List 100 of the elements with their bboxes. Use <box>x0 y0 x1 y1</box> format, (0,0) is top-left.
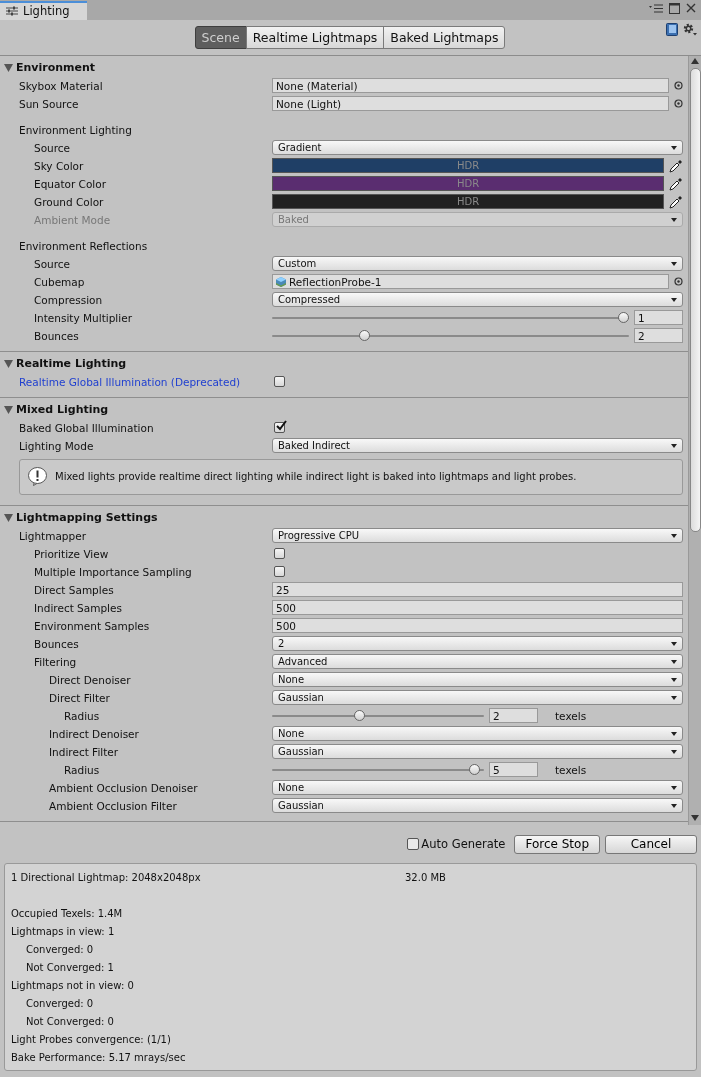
unit-label: texels <box>555 709 587 722</box>
help-text: Mixed lights provide realtime direct lighting while indirect light is baked into lightmaps and light probes. <box>55 471 577 483</box>
dropdown[interactable]: Custom <box>272 256 683 272</box>
property-label: Direct Denoiser <box>49 673 131 686</box>
number-field[interactable]: 1 <box>634 310 683 326</box>
foldout-arrow-icon[interactable] <box>4 513 13 522</box>
tab[interactable]: Baked Lightmaps <box>383 25 506 49</box>
foldout-arrow-icon[interactable] <box>4 359 13 368</box>
dropdown-arrow-icon <box>671 443 677 448</box>
dropdown[interactable]: Advanced <box>272 654 683 670</box>
object-picker-icon[interactable] <box>674 277 683 287</box>
object-field[interactable]: None (Material) <box>272 78 669 94</box>
checkbox[interactable] <box>274 376 285 388</box>
stat-text: Bake Performance: 5.17 mrays/sec <box>11 1051 186 1063</box>
help-book-icon[interactable] <box>666 22 678 36</box>
property-label: Bounces <box>34 329 79 342</box>
dropdown-arrow-icon <box>671 659 677 664</box>
checkbox[interactable] <box>274 422 285 434</box>
property-label: Lighting Mode <box>19 439 94 452</box>
dropdown[interactable]: Gaussian <box>272 798 683 814</box>
section-title: Environment <box>16 61 96 75</box>
property-label: Environment Reflections <box>19 239 148 252</box>
property-label: Environment Lighting <box>19 123 132 136</box>
dropdown[interactable]: None <box>272 726 683 742</box>
dropdown[interactable]: Gaussian <box>272 690 683 706</box>
button[interactable]: Cancel <box>605 834 697 854</box>
eyedropper-icon[interactable] <box>669 158 683 173</box>
scroll-down-icon[interactable] <box>691 815 699 822</box>
dropdown-arrow-icon <box>671 695 677 700</box>
number-field[interactable]: 5 <box>489 762 538 778</box>
maximize-icon[interactable] <box>669 2 680 14</box>
foldout-arrow-icon[interactable] <box>4 63 13 72</box>
property-label: Source <box>34 141 71 154</box>
button[interactable]: Force Stop <box>514 834 600 854</box>
dropdown-arrow-icon <box>671 641 677 646</box>
stat-text: Converged: 0 <box>26 943 94 955</box>
dropdown-arrow-icon <box>671 145 677 150</box>
dropdown-arrow-icon <box>671 677 677 682</box>
property-label: Equator Color <box>34 177 106 190</box>
dropdown[interactable]: Gradient <box>272 140 683 156</box>
dropdown[interactable]: Compressed <box>272 292 683 308</box>
property-label: Ground Color <box>34 195 104 208</box>
checkbox[interactable] <box>407 838 420 851</box>
property-label: Lightmapper <box>19 529 86 542</box>
slider[interactable] <box>272 311 629 324</box>
property-label: Ambient Occlusion Denoiser <box>49 781 198 794</box>
color-field[interactable]: HDR <box>272 194 664 210</box>
stat-text: Not Converged: 0 <box>26 1015 114 1027</box>
stat-size: 32.0 MB <box>405 871 446 883</box>
dropdown[interactable]: None <box>272 780 683 796</box>
scrollbar[interactable] <box>688 55 701 826</box>
eyedropper-icon[interactable] <box>669 194 683 209</box>
number-field[interactable]: 500 <box>272 600 683 616</box>
property-label: Intensity Multiplier <box>34 311 132 324</box>
dropdown-arrow-icon <box>671 297 677 302</box>
number-field[interactable]: 25 <box>272 582 683 598</box>
property-label: Realtime Global Illumination (Deprecated) <box>19 375 241 388</box>
slider[interactable] <box>272 329 629 342</box>
settings-icon[interactable] <box>683 22 697 36</box>
scroll-up-icon[interactable] <box>691 57 699 64</box>
stat-text: Lightmaps in view: 1 <box>11 925 115 937</box>
section-title: Realtime Lighting <box>16 357 127 371</box>
foldout-arrow-icon[interactable] <box>4 405 13 414</box>
window-tab[interactable]: Lighting <box>0 0 88 20</box>
number-field[interactable]: 2 <box>489 708 538 724</box>
property-label: Skybox Material <box>19 79 103 92</box>
tab[interactable]: Scene <box>194 25 247 49</box>
property-label: Radius <box>64 709 100 722</box>
stat-text: Not Converged: 1 <box>26 961 114 973</box>
property-label: Indirect Samples <box>34 601 122 614</box>
tab[interactable]: Realtime Lightmaps <box>245 25 385 49</box>
property-label: Ambient Mode <box>34 213 111 226</box>
dropdown-arrow-icon <box>671 217 677 222</box>
eyedropper-icon[interactable] <box>669 176 683 191</box>
object-field[interactable]: ReflectionProbe-1 <box>272 274 669 290</box>
dropdown-arrow-icon <box>671 803 677 808</box>
property-label: Bounces <box>34 637 79 650</box>
checkbox[interactable] <box>274 566 285 578</box>
close-icon[interactable] <box>686 3 696 14</box>
slider[interactable] <box>272 763 484 776</box>
slider[interactable] <box>272 709 484 722</box>
dropdown[interactable]: 2 <box>272 636 683 652</box>
dropdown[interactable]: None <box>272 672 683 688</box>
property-label: Source <box>34 257 71 270</box>
dropdown[interactable]: Gaussian <box>272 744 683 760</box>
property-label: Direct Samples <box>34 583 114 596</box>
number-field[interactable]: 500 <box>272 618 683 634</box>
dropdown[interactable]: Baked Indirect <box>272 438 683 454</box>
object-field[interactable]: None (Light) <box>272 96 669 112</box>
property-label: Multiple Importance Sampling <box>34 565 192 578</box>
property-label: Cubemap <box>34 275 85 288</box>
dropdown[interactable]: Progressive CPU <box>272 528 683 544</box>
checkbox[interactable] <box>274 548 285 560</box>
property-label: Direct Filter <box>49 691 110 704</box>
menu-icon[interactable] <box>649 3 663 13</box>
stat-text: Occupied Texels: 1.4M <box>11 907 123 919</box>
property-label: Radius <box>64 763 100 776</box>
number-field[interactable]: 2 <box>634 328 683 344</box>
section-title: Lightmapping Settings <box>16 511 158 525</box>
stat-text: Light Probes convergence: (1/1) <box>11 1033 171 1045</box>
